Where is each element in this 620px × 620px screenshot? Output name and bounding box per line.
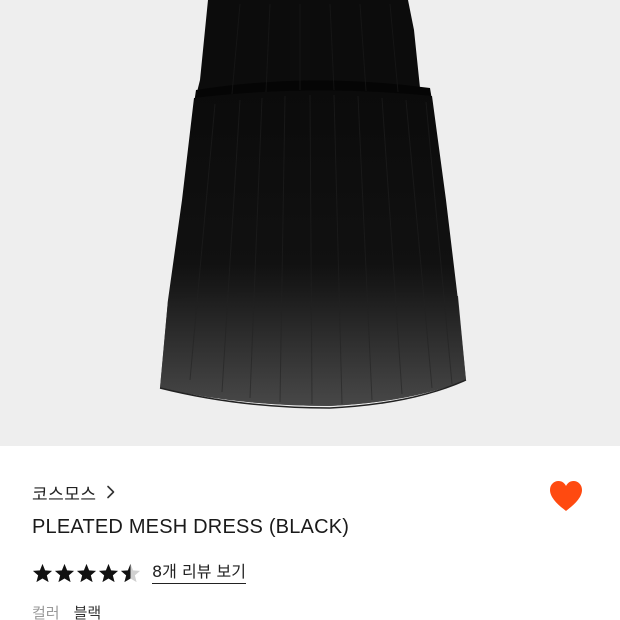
star-icon bbox=[32, 563, 53, 583]
wishlist-button[interactable] bbox=[546, 476, 586, 516]
product-info: 코스모스 PLEATED MESH DRESS (BLACK) 8개 리뷰 보기… bbox=[0, 446, 620, 620]
dress-photo bbox=[0, 0, 620, 446]
heart-icon bbox=[550, 481, 582, 511]
star-icon bbox=[76, 563, 97, 583]
product-title: PLEATED MESH DRESS (BLACK) bbox=[32, 516, 350, 538]
color-value: 블랙 bbox=[73, 604, 102, 620]
star-icon bbox=[54, 563, 75, 583]
star-half-icon bbox=[120, 563, 141, 583]
star-icon bbox=[98, 563, 119, 583]
brand-link[interactable]: 코스모스 bbox=[32, 479, 116, 505]
chevron-right-icon bbox=[106, 485, 114, 499]
star-rating bbox=[32, 563, 142, 583]
color-label: 컬러 bbox=[32, 604, 60, 620]
product-image[interactable] bbox=[0, 0, 620, 446]
color-row: 컬러 블랙 bbox=[32, 602, 101, 620]
rating-row: 8개 리뷰 보기 bbox=[32, 559, 246, 587]
brand-name[interactable]: 코스모스 bbox=[32, 480, 97, 505]
review-link[interactable]: 8개 리뷰 보기 bbox=[152, 562, 246, 584]
